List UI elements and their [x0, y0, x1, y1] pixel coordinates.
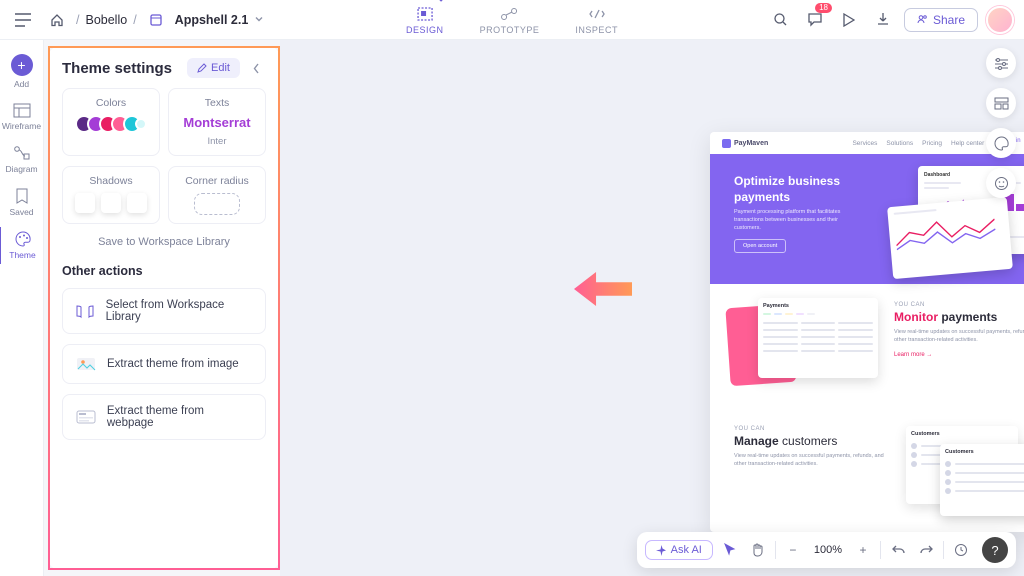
redo-icon[interactable]: [915, 539, 937, 561]
settings-icon[interactable]: [986, 48, 1016, 78]
share-button[interactable]: Share: [904, 8, 978, 32]
people-icon: [917, 14, 928, 25]
chevron-down-icon[interactable]: [254, 13, 264, 27]
zoom-level[interactable]: 100%: [810, 544, 846, 556]
tutorial-arrow: [574, 272, 632, 306]
right-rail: [986, 48, 1016, 198]
preview-logo: PayMaven: [722, 139, 768, 148]
preview-hero: Optimize businesspayments Payment proces…: [710, 154, 1024, 284]
sidebar-diagram[interactable]: Diagram: [0, 141, 43, 178]
action-select-library[interactable]: Select from Workspace Library: [62, 288, 266, 334]
tab-design[interactable]: DESIGN: [406, 5, 444, 35]
menu-icon[interactable]: [10, 7, 36, 33]
canvas[interactable]: PayMaven ServicesSolutionsPricingHelp ce…: [280, 40, 1024, 576]
panel-title: Theme settings: [62, 60, 172, 77]
ai-face-icon[interactable]: [986, 168, 1016, 198]
design-icon: [415, 5, 435, 23]
prototype-icon: [499, 5, 519, 23]
top-bar: / Bobello / Appshell 2.1 DESIGN PROTOTYP…: [0, 0, 1024, 40]
image-icon: [75, 355, 97, 373]
theme-panel: Theme settings Edit Colors: [48, 46, 280, 570]
zoom-in-icon[interactable]: +: [852, 539, 874, 561]
colors-card[interactable]: Colors: [62, 88, 160, 156]
color-swatches: [75, 115, 147, 133]
sidebar-add[interactable]: + Add: [0, 50, 43, 93]
bookmark-icon: [15, 188, 29, 204]
comments-icon[interactable]: 18: [802, 7, 828, 33]
tab-inspect[interactable]: INSPECT: [575, 5, 618, 35]
home-icon[interactable]: [44, 7, 70, 33]
theme-rail-icon[interactable]: [986, 128, 1016, 158]
webpage-icon: [75, 408, 97, 426]
project-icon: [143, 7, 169, 33]
mode-tabs: DESIGN PROTOTYPE INSPECT: [406, 5, 618, 35]
library-icon: [75, 302, 96, 320]
action-extract-webpage[interactable]: Extract theme from webpage: [62, 394, 266, 440]
preview-section-customers: Customers Customers YOU CAN: [710, 408, 1024, 532]
edit-button[interactable]: Edit: [187, 58, 240, 78]
tab-prototype[interactable]: PROTOTYPE: [480, 5, 540, 35]
help-icon[interactable]: ?: [982, 537, 1008, 563]
history-icon[interactable]: [950, 539, 972, 561]
collapse-icon[interactable]: [246, 58, 266, 78]
ask-ai-button[interactable]: Ask AI: [645, 540, 713, 560]
cursor-icon[interactable]: [719, 539, 741, 561]
font-secondary: Inter: [207, 136, 226, 147]
shadows-card[interactable]: Shadows: [62, 166, 160, 224]
sidebar-saved[interactable]: Saved: [0, 184, 43, 221]
pencil-icon: [197, 63, 207, 73]
bottom-toolbar: Ask AI − 100% + ?: [637, 532, 1016, 568]
undo-icon[interactable]: [887, 539, 909, 561]
top-right: 18 Share: [768, 6, 1014, 34]
plus-icon: +: [11, 54, 33, 76]
left-sidebar: + Add Wireframe Diagram Saved Theme: [0, 40, 44, 576]
radius-card[interactable]: Corner radius: [168, 166, 266, 224]
save-to-library-link[interactable]: Save to Workspace Library: [62, 234, 266, 250]
zoom-out-icon[interactable]: −: [782, 539, 804, 561]
avatar[interactable]: [986, 6, 1014, 34]
preview-section-monitor: Payments YOU CAN Monitor payments View r…: [710, 284, 1024, 408]
hand-icon[interactable]: [747, 539, 769, 561]
preview-nav: PayMaven ServicesSolutionsPricingHelp ce…: [710, 132, 1024, 154]
search-icon[interactable]: [768, 7, 794, 33]
wireframe-icon: [13, 103, 31, 118]
texts-card[interactable]: Texts Montserrat Inter: [168, 88, 266, 156]
action-extract-image[interactable]: Extract theme from image: [62, 344, 266, 384]
sidebar-theme[interactable]: Theme: [0, 227, 42, 264]
sidebar-wireframe[interactable]: Wireframe: [0, 99, 43, 135]
download-icon[interactable]: [870, 7, 896, 33]
diagram-icon: [13, 145, 31, 161]
breadcrumb-workspace[interactable]: Bobello: [85, 13, 127, 27]
inspect-icon: [587, 5, 607, 23]
play-icon[interactable]: [836, 7, 862, 33]
font-primary: Montserrat: [183, 115, 250, 130]
sparkle-icon: [656, 545, 667, 556]
comments-badge: 18: [815, 3, 832, 13]
other-actions-title: Other actions: [62, 264, 266, 278]
breadcrumb-project[interactable]: Appshell 2.1: [175, 13, 249, 27]
page-preview[interactable]: PayMaven ServicesSolutionsPricingHelp ce…: [710, 132, 1024, 532]
palette-icon: [15, 231, 31, 247]
layers-icon[interactable]: [986, 88, 1016, 118]
breadcrumb: / Bobello / Appshell 2.1: [44, 7, 264, 33]
